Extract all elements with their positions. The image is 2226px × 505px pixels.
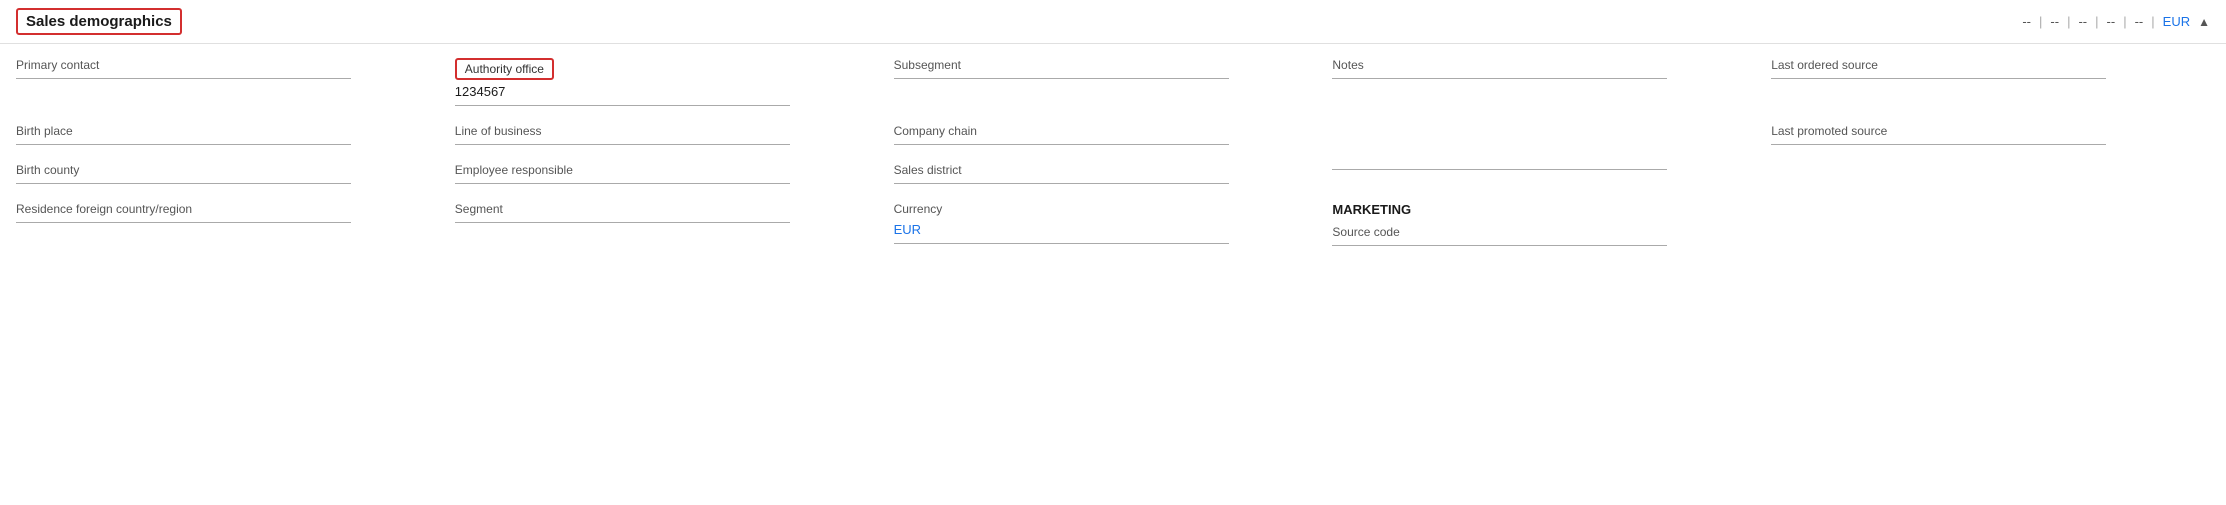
sep-1: |: [2039, 14, 2042, 29]
field-sales-district: Sales district: [894, 163, 1333, 194]
sales-district-label: Sales district: [894, 163, 1313, 177]
row-3: Birth county Employee responsible Sales …: [16, 159, 2210, 198]
notes-underline: [1332, 78, 1667, 79]
field-last-promoted-source: Last promoted source: [1771, 124, 2210, 155]
subsegment-label: Subsegment: [894, 58, 1313, 72]
line-of-business-underline: [455, 144, 790, 145]
field-currency: Currency EUR: [894, 202, 1333, 256]
sales-district-underline: [894, 183, 1229, 184]
field-authority-office: Authority office 1234567: [455, 58, 894, 116]
company-chain-label: Company chain: [894, 124, 1313, 138]
segment-underline: [455, 222, 790, 223]
panel-header: Sales demographics -- | -- | -- | -- | -…: [0, 0, 2226, 44]
field-subsegment: Subsegment: [894, 58, 1333, 116]
residence-foreign-underline: [16, 222, 351, 223]
currency-label: Currency: [894, 202, 1313, 216]
dash-4: --: [2107, 14, 2116, 29]
notes-label: Notes: [1332, 58, 1751, 72]
subsegment-underline: [894, 78, 1229, 79]
authority-office-value: 1234567: [455, 84, 874, 99]
marketing-section-header: MARKETING: [1332, 202, 1751, 217]
panel-content: Primary contact Authority office 1234567…: [0, 44, 2226, 276]
field-notes: Notes: [1332, 58, 1771, 116]
primary-contact-underline: [16, 78, 351, 79]
employee-responsible-underline: [455, 183, 790, 184]
field-employee-responsible: Employee responsible: [455, 163, 894, 194]
header-currency: EUR: [2163, 14, 2190, 29]
currency-value: EUR: [894, 222, 1313, 237]
source-code-underline: [1332, 245, 1667, 246]
field-birth-county: Birth county: [16, 163, 455, 194]
dash-1: --: [2022, 14, 2031, 29]
field-line-of-business: Line of business: [455, 124, 894, 155]
employee-responsible-label: Employee responsible: [455, 163, 874, 177]
field-empty-3-5: [1771, 163, 2210, 194]
row-1: Primary contact Authority office 1234567…: [16, 54, 2210, 120]
company-chain-underline: [894, 144, 1229, 145]
source-code-label: Source code: [1332, 225, 1751, 239]
segment-label: Segment: [455, 202, 874, 216]
field-empty-2-4: [1332, 124, 1771, 155]
field-birth-place: Birth place: [16, 124, 455, 155]
collapse-chevron-icon[interactable]: ▲: [2198, 15, 2210, 29]
dash-2: --: [2050, 14, 2059, 29]
last-promoted-source-label: Last promoted source: [1771, 124, 2190, 138]
dash-5: --: [2135, 14, 2144, 29]
last-ordered-source-underline: [1771, 78, 2106, 79]
field-marketing-section: MARKETING Source code: [1332, 202, 1771, 256]
authority-office-label: Authority office: [455, 58, 554, 80]
header-right: -- | -- | -- | -- | -- | EUR ▲: [2022, 14, 2210, 29]
dash-3: --: [2078, 14, 2087, 29]
field-empty-4-5: [1771, 202, 2210, 256]
line-of-business-label: Line of business: [455, 124, 874, 138]
last-promoted-source-underline: [1771, 144, 2106, 145]
sep-5: |: [2151, 14, 2154, 29]
sep-2: |: [2067, 14, 2070, 29]
birth-county-label: Birth county: [16, 163, 435, 177]
primary-contact-label: Primary contact: [16, 58, 435, 72]
empty-3-4-underline: [1332, 169, 1667, 170]
field-residence-foreign: Residence foreign country/region: [16, 202, 455, 256]
field-last-ordered-source: Last ordered source: [1771, 58, 2210, 116]
row-4: Residence foreign country/region Segment…: [16, 198, 2210, 260]
field-segment: Segment: [455, 202, 894, 256]
authority-office-underline: [455, 105, 790, 106]
field-empty-3-4: [1332, 163, 1771, 194]
residence-foreign-label: Residence foreign country/region: [16, 202, 435, 216]
sales-demographics-panel: Sales demographics -- | -- | -- | -- | -…: [0, 0, 2226, 276]
last-ordered-source-label: Last ordered source: [1771, 58, 2190, 72]
panel-title: Sales demographics: [16, 8, 182, 35]
field-primary-contact: Primary contact: [16, 58, 455, 116]
birth-county-underline: [16, 183, 351, 184]
row-2: Birth place Line of business Company cha…: [16, 120, 2210, 159]
birth-place-underline: [16, 144, 351, 145]
field-company-chain: Company chain: [894, 124, 1333, 155]
birth-place-label: Birth place: [16, 124, 435, 138]
currency-underline: [894, 243, 1229, 244]
sep-3: |: [2095, 14, 2098, 29]
sep-4: |: [2123, 14, 2126, 29]
